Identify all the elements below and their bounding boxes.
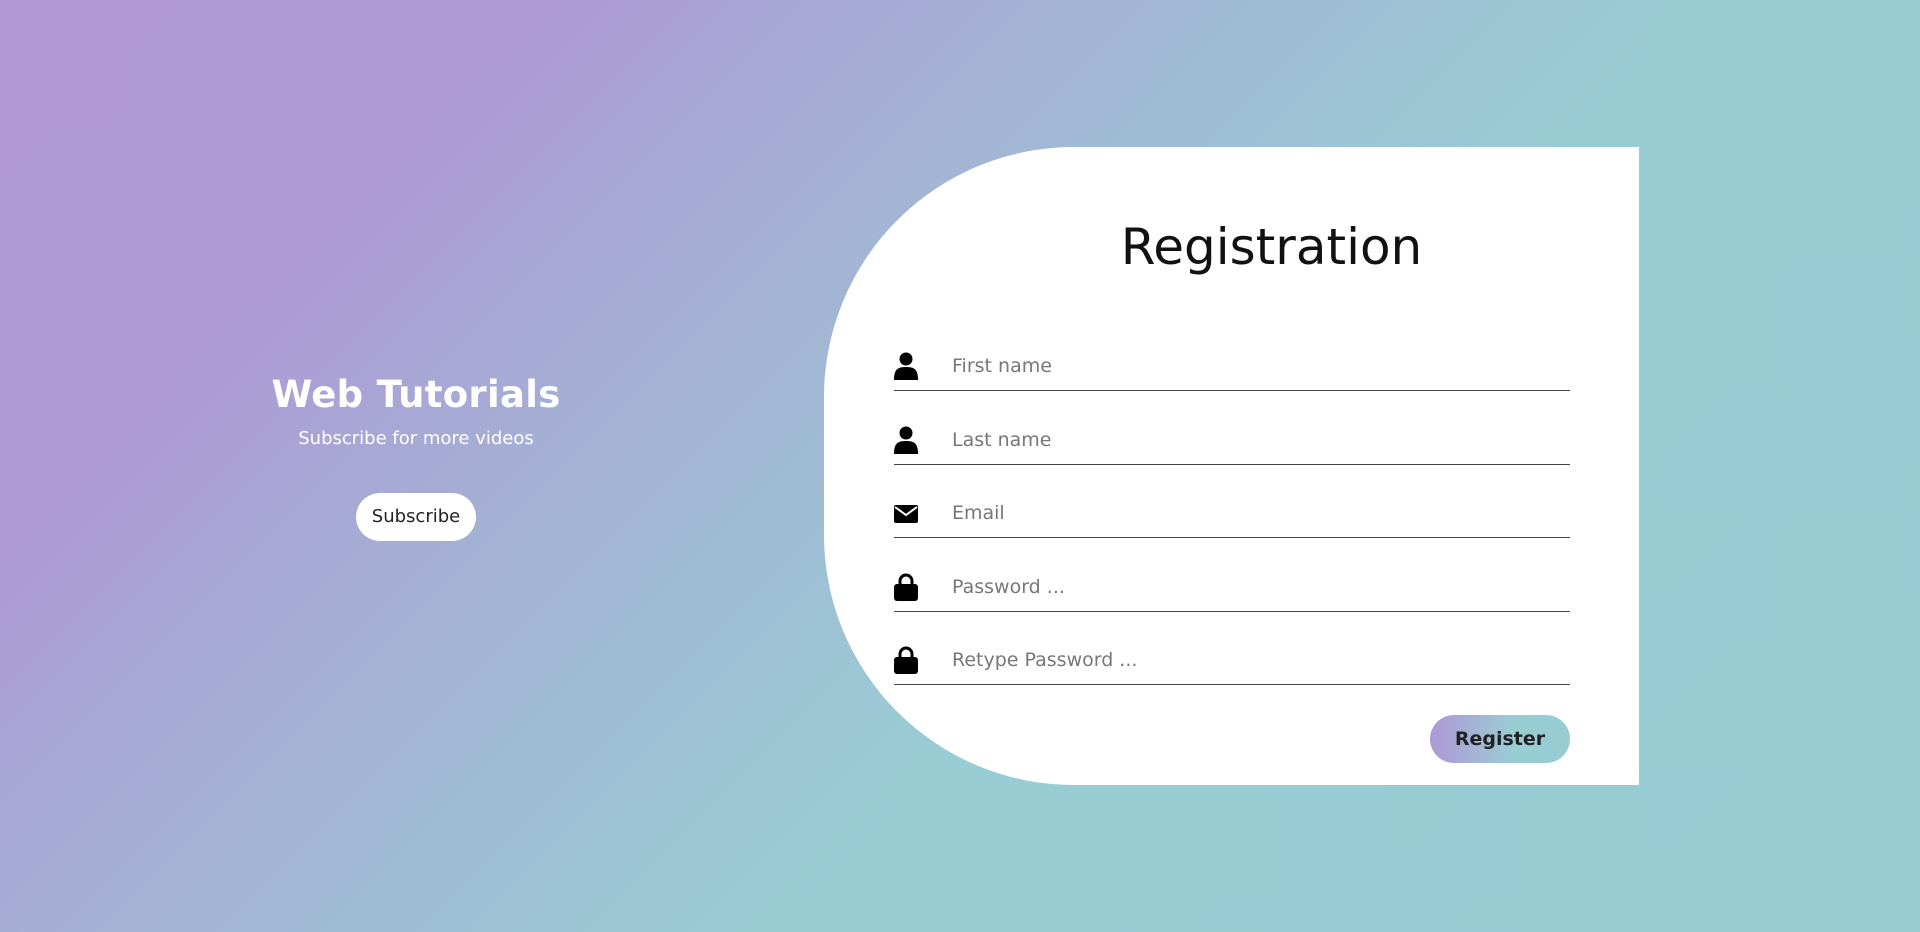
brand-panel: Web Tutorials Subscribe for more videos … xyxy=(216,372,616,541)
email-input[interactable] xyxy=(950,495,1554,531)
first-name-input[interactable] xyxy=(950,348,1554,384)
last-name-field xyxy=(894,416,1570,465)
last-name-input[interactable] xyxy=(950,422,1554,458)
lock-icon xyxy=(894,573,918,601)
brand-title: Web Tutorials xyxy=(271,373,561,416)
user-icon xyxy=(894,426,918,454)
first-name-field xyxy=(894,342,1570,391)
brand-subtitle: Subscribe for more videos xyxy=(298,428,534,449)
password-field xyxy=(894,563,1570,612)
retype-password-field xyxy=(894,636,1570,685)
email-field xyxy=(894,489,1570,538)
lock-icon xyxy=(894,646,918,674)
envelope-icon xyxy=(894,499,918,527)
password-input[interactable] xyxy=(950,569,1554,605)
register-button[interactable]: Register xyxy=(1430,715,1570,763)
user-icon xyxy=(894,352,918,380)
form-title: Registration xyxy=(1120,218,1423,276)
registration-card: Registration First name Last name Email … xyxy=(824,147,1639,785)
retype-password-input[interactable] xyxy=(950,642,1554,678)
subscribe-button[interactable]: Subscribe xyxy=(355,493,477,541)
